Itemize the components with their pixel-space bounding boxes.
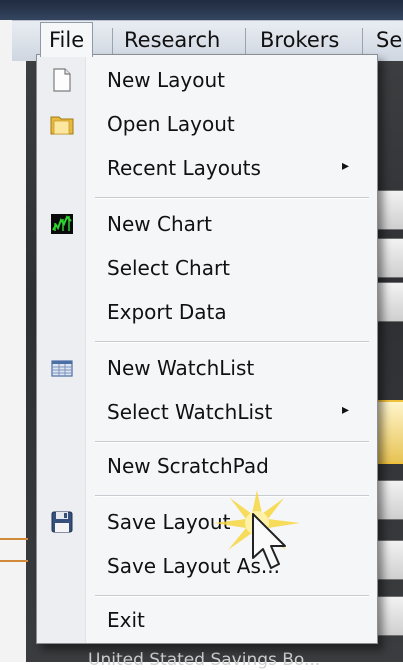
menu-item-new-chart[interactable]: New Chart — [37, 203, 377, 247]
chart-icon — [49, 211, 75, 237]
file-dropdown-menu: New Layout Open Layout Recent Layouts ▸ … — [36, 54, 378, 644]
menu-research[interactable]: Research — [116, 26, 228, 54]
background-text: United Stated Savings Bo... — [88, 650, 321, 670]
menu-item-recent-layouts[interactable]: Recent Layouts ▸ — [37, 147, 377, 191]
menu-item-exit[interactable]: Exit — [37, 599, 377, 643]
menu-item-label: New ScratchPad — [107, 454, 269, 478]
menu-item-label: Open Layout — [107, 112, 235, 136]
menu-separator — [95, 595, 369, 597]
menu-separator — [95, 341, 369, 343]
menu-item-label: Export Data — [107, 300, 227, 324]
menu-item-new-layout[interactable]: New Layout — [37, 59, 377, 103]
window-title-bar — [0, 0, 403, 20]
menu-file[interactable]: File — [40, 22, 94, 57]
menu-item-save-layout[interactable]: Save Layout — [37, 501, 377, 545]
new-document-icon — [49, 67, 75, 93]
menu-brokers[interactable]: Brokers — [252, 26, 347, 54]
menu-item-label: Exit — [107, 608, 145, 632]
menubar-separator — [112, 28, 113, 54]
menu-item-new-scratchpad[interactable]: New ScratchPad — [37, 445, 377, 489]
menu-item-select-watchlist[interactable]: Select WatchList ▸ — [37, 391, 377, 435]
menu-item-label: New WatchList — [107, 356, 255, 380]
menu-item-select-chart[interactable]: Select Chart — [37, 247, 377, 291]
menu-item-open-layout[interactable]: Open Layout — [37, 103, 377, 147]
menu-item-save-layout-as[interactable]: Save Layout As... — [37, 545, 377, 589]
menu-item-label: New Chart — [107, 212, 212, 236]
menu-more[interactable]: Se — [368, 26, 403, 54]
menu-item-label: Select Chart — [107, 256, 231, 280]
folder-icon — [49, 111, 75, 137]
menu-item-export-data[interactable]: Export Data — [37, 291, 377, 335]
menubar-separator — [362, 28, 363, 54]
floppy-disk-icon — [49, 509, 75, 535]
submenu-arrow-icon: ▸ — [342, 402, 350, 418]
menu-item-label: New Layout — [107, 68, 225, 92]
left-margin — [0, 0, 26, 662]
background-line — [0, 538, 28, 540]
mouse-pointer-icon — [252, 513, 286, 569]
menu-item-new-watchlist[interactable]: New WatchList — [37, 347, 377, 391]
watchlist-icon — [49, 355, 75, 381]
background-line — [0, 560, 28, 562]
submenu-arrow-icon: ▸ — [342, 158, 350, 174]
menubar-separator — [245, 28, 246, 54]
menu-item-label: Select WatchList — [107, 400, 273, 424]
menu-separator — [95, 197, 369, 199]
menu-item-label: Recent Layouts — [107, 156, 261, 180]
menu-separator — [95, 441, 369, 443]
